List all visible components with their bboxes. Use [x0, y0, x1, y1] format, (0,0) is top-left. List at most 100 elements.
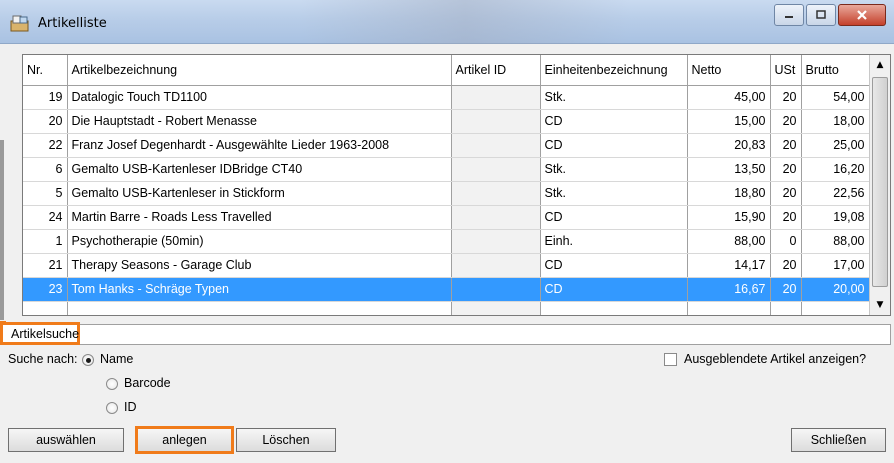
table-row[interactable]: 1 Psychotherapie (50min) Einh. 88,00 0 88,00 — [23, 229, 870, 254]
table-cell-ust: 20 — [770, 109, 802, 134]
title-bar-blur — [300, 0, 630, 44]
table-cell-netto: 15,90 — [687, 205, 771, 230]
table-cell-name: Therapy Seasons - Garage Club — [67, 253, 452, 278]
table-cell-brutto: 25,00 — [801, 133, 870, 158]
scroll-up-icon[interactable]: ▲ — [870, 55, 890, 75]
window-controls — [772, 4, 886, 26]
table-cell-ust: 20 — [770, 85, 802, 110]
table-cell-empty — [770, 301, 802, 315]
table-cell-name: Die Hauptstadt - Robert Menasse — [67, 109, 452, 134]
table-cell-brutto: 19,08 — [801, 205, 870, 230]
scroll-down-icon[interactable]: ▼ — [870, 295, 890, 315]
table-cell-nr: 1 — [23, 229, 68, 254]
search-label: Artikelsuche: — [0, 322, 83, 345]
table-cell-netto: 14,17 — [687, 253, 771, 278]
table-cell-id — [451, 253, 541, 278]
column-header-nr[interactable]: Nr. — [23, 55, 68, 86]
table-cell-brutto: 16,20 — [801, 157, 870, 182]
show-hidden-checkbox[interactable] — [664, 353, 677, 366]
close-button[interactable] — [838, 4, 886, 26]
table-cell-name: Psychotherapie (50min) — [67, 229, 452, 254]
close-dialog-button[interactable]: Schließen — [791, 428, 886, 452]
table-cell-name: Martin Barre - Roads Less Travelled — [67, 205, 452, 230]
minimize-button[interactable] — [774, 4, 804, 26]
table-cell-nr: 19 — [23, 85, 68, 110]
table-cell-empty — [23, 301, 68, 315]
table-row[interactable]: 19 Datalogic Touch TD1100 Stk. 45,00 20 54,00 — [23, 85, 870, 110]
column-header-brutto[interactable]: Brutto — [801, 55, 870, 86]
table-cell-empty — [67, 301, 452, 315]
table-cell-netto: 20,83 — [687, 133, 771, 158]
table-cell-nr: 22 — [23, 133, 68, 158]
table-cell-empty — [451, 301, 541, 315]
table-cell-id — [451, 205, 541, 230]
table-cell-brutto: 18,00 — [801, 109, 870, 134]
table-cell-empty — [687, 301, 771, 315]
table-row[interactable]: 24 Martin Barre - Roads Less Travelled CD 1… — [23, 205, 870, 230]
table-cell-nr: 6 — [23, 157, 68, 182]
column-header-artikel-id[interactable]: Artikel ID — [451, 55, 541, 86]
show-hidden-label[interactable]: Ausgeblendete Artikel anzeigen? — [684, 352, 866, 366]
table-cell-netto: 16,67 — [687, 277, 771, 302]
left-edge-border — [0, 140, 4, 320]
table-row[interactable]: 20 Die Hauptstadt - Robert Menasse CD 15,00… — [23, 109, 870, 134]
column-header-ust[interactable]: USt — [770, 55, 802, 86]
radio-barcode-label[interactable]: Barcode — [124, 376, 171, 390]
radio-barcode[interactable] — [106, 378, 118, 390]
table-cell-unit: Stk. — [540, 85, 688, 110]
article-table[interactable]: Nr. Artikelbezeichnung Artikel ID Einhei… — [22, 54, 891, 316]
table-row-empty — [23, 301, 870, 315]
table-cell-ust: 20 — [770, 181, 802, 206]
search-input[interactable] — [80, 324, 891, 345]
table-row[interactable]: 23 Tom Hanks - Schräge Typen CD 16,67 20 20,0… — [23, 277, 870, 302]
column-header-netto[interactable]: Netto — [687, 55, 771, 86]
column-header-einheitenbezeichnung[interactable]: Einheitenbezeichnung — [540, 55, 688, 86]
table-row[interactable]: 5 Gemalto USB-Kartenleser in Stickform Stk… — [23, 181, 870, 206]
table-row[interactable]: 22 Franz Josef Degenhardt - Ausgewählte L… — [23, 133, 870, 158]
create-button[interactable]: anlegen — [135, 426, 234, 454]
table-cell-netto: 15,00 — [687, 109, 771, 134]
radio-name-label[interactable]: Name — [100, 352, 133, 366]
window-title: Artikelliste — [38, 16, 107, 31]
radio-id[interactable] — [106, 402, 118, 414]
table-cell-ust: 20 — [770, 277, 802, 302]
table-cell-netto: 88,00 — [687, 229, 771, 254]
select-button[interactable]: auswählen — [8, 428, 124, 452]
delete-button[interactable]: Löschen — [236, 428, 336, 452]
radio-name[interactable] — [82, 354, 94, 366]
vertical-scrollbar[interactable]: ▲ ▼ — [869, 55, 890, 315]
table-cell-nr: 21 — [23, 253, 68, 278]
radio-id-label[interactable]: ID — [124, 400, 137, 414]
table-cell-name: Tom Hanks - Schräge Typen — [67, 277, 452, 302]
table-cell-unit: CD — [540, 109, 688, 134]
scroll-thumb[interactable] — [872, 77, 888, 287]
close-icon — [857, 10, 867, 20]
table-cell-empty — [801, 301, 870, 315]
table-cell-unit: CD — [540, 253, 688, 278]
table-cell-ust: 20 — [770, 157, 802, 182]
table-cell-unit: CD — [540, 277, 688, 302]
table-cell-ust: 20 — [770, 205, 802, 230]
table-cell-id — [451, 109, 541, 134]
table-row[interactable]: 6 Gemalto USB-Kartenleser IDBridge CT40 St… — [23, 157, 870, 182]
app-icon — [10, 15, 29, 32]
table-cell-id — [451, 229, 541, 254]
table-cell-name: Franz Josef Degenhardt - Ausgewählte Lie… — [67, 133, 452, 158]
table-header-row: Nr. Artikelbezeichnung Artikel ID Einhei… — [23, 55, 870, 86]
article-grid: Nr. Artikelbezeichnung Artikel ID Einhei… — [23, 55, 870, 315]
column-header-artikelbezeichnung[interactable]: Artikelbezeichnung — [67, 55, 452, 86]
table-cell-id — [451, 85, 541, 110]
table-cell-nr: 20 — [23, 109, 68, 134]
table-cell-unit: CD — [540, 205, 688, 230]
table-cell-id — [451, 181, 541, 206]
table-cell-netto: 18,80 — [687, 181, 771, 206]
table-cell-nr: 24 — [23, 205, 68, 230]
maximize-button[interactable] — [806, 4, 836, 26]
minimize-icon — [785, 16, 793, 18]
table-cell-ust: 20 — [770, 253, 802, 278]
table-row[interactable]: 21 Therapy Seasons - Garage Club CD 14,17 20… — [23, 253, 870, 278]
artikelliste-window: Artikelliste Nr. Artikelbezeichnung Arti… — [0, 0, 894, 463]
title-bar[interactable]: Artikelliste — [0, 0, 894, 44]
table-cell-netto: 13,50 — [687, 157, 771, 182]
table-cell-name: Gemalto USB-Kartenleser IDBridge CT40 — [67, 157, 452, 182]
